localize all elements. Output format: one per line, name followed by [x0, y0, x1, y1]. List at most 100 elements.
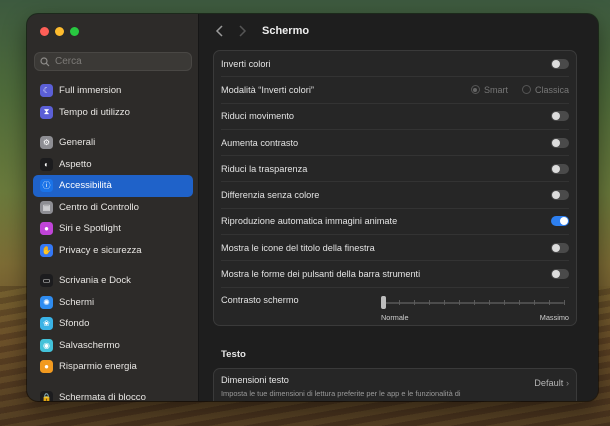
toggle-switch[interactable] — [551, 216, 569, 227]
toggle-knob — [552, 191, 560, 200]
sidebar-item[interactable]: ▭ Scrivania e Dock — [33, 270, 193, 292]
sidebar-item-label: Risparmio energia — [59, 361, 137, 373]
setting-row: Riduci movimento — [221, 104, 569, 130]
text-size-title: Dimensioni testo — [221, 375, 289, 385]
radio-option[interactable]: Classica — [521, 84, 569, 95]
toggle-knob — [552, 112, 560, 121]
sun-icon: ✺ — [40, 295, 53, 309]
setting-label: Riduci movimento — [221, 111, 295, 122]
radio-option[interactable]: Smart — [470, 85, 508, 95]
radio-button-icon — [470, 85, 480, 95]
setting-row: Inverti colori — [221, 51, 569, 78]
main-pane: Schermo Mostra le forme dei pulsanti del… — [199, 14, 598, 401]
search-field[interactable] — [34, 52, 192, 71]
control-center-icon: ▤ — [40, 200, 53, 214]
toggle-switch[interactable] — [551, 269, 569, 280]
sidebar-item-label: Sfondo — [59, 318, 90, 330]
sidebar-item[interactable]: ⚙ Generali — [33, 132, 193, 154]
toggle-switch[interactable] — [551, 137, 569, 148]
slider-tick — [429, 300, 430, 305]
text-size-value[interactable]: Default › — [534, 378, 569, 388]
moon-icon: ☾ — [40, 84, 53, 98]
slider-tick — [549, 300, 550, 305]
dock-icon: ▭ — [40, 274, 53, 288]
slider-min-label: Normale — [381, 313, 409, 322]
sidebar-item-label: Tempo di utilizzo — [59, 106, 130, 118]
sidebar-item[interactable]: ▤ Centro di Controllo — [33, 197, 193, 219]
toggle-switch[interactable] — [551, 111, 569, 122]
slider-thumb[interactable] — [381, 296, 386, 309]
sidebar-item[interactable]: ☾ Full immersion — [33, 80, 193, 102]
slider-tick — [444, 300, 445, 305]
back-chevron-icon[interactable] — [213, 24, 227, 38]
toggle-switch[interactable] — [551, 58, 569, 69]
sidebar-item-label: Salvaschermo — [59, 339, 120, 351]
sidebar-item[interactable]: ✋ Privacy e sicurezza — [33, 240, 193, 262]
sidebar-item[interactable]: ◉ Salvaschermo — [33, 335, 193, 357]
slider-tick — [504, 300, 505, 305]
text-size-row[interactable]: Dimensioni testo Imposta le tue dimensio… — [213, 368, 577, 401]
screensaver-icon: ◉ — [40, 338, 53, 352]
sidebar-item-label: Centro di Controllo — [59, 201, 139, 213]
page-title: Schermo — [262, 25, 310, 37]
toggle-switch[interactable] — [551, 242, 569, 253]
radio-label: Classica — [534, 84, 569, 95]
sidebar-item-label: Aspetto — [59, 158, 92, 170]
zoom-window-button[interactable] — [70, 27, 79, 36]
sidebar-item[interactable]: ⧗ Tempo di utilizzo — [33, 102, 193, 124]
toggle-knob — [552, 270, 560, 279]
slider-tick — [519, 300, 520, 305]
text-size-value-label: Default — [534, 378, 564, 388]
sidebar-item[interactable]: 🔒 Schermata di blocco — [33, 387, 193, 401]
toggle-switch[interactable] — [551, 190, 569, 201]
sidebar-item-label: Generali — [59, 137, 96, 149]
sidebar-item[interactable]: ● Siri e Spotlight — [33, 218, 193, 240]
sidebar-item[interactable]: ● Risparmio energia — [33, 356, 193, 378]
setting-row: Mostra le icone del titolo della finestr… — [221, 235, 569, 262]
display-settings-card: Mostra le forme dei pulsanti della barra… — [213, 50, 577, 326]
setting-row: Modalità “Inverti colori” Smart Classica — [221, 77, 569, 104]
chevron-right-icon: › — [565, 378, 569, 388]
sidebar-item[interactable]: ✺ Schermi — [33, 292, 193, 314]
wallpaper-icon: ❀ — [40, 317, 53, 331]
sidebar-item-label: Schermata di blocco — [59, 391, 146, 401]
appearance-icon: ◐ — [40, 157, 53, 171]
setting-label: Inverti colori — [221, 58, 271, 69]
sidebar-item[interactable]: ⓘ Accessibilità — [33, 175, 193, 197]
sidebar-item-label: Accessibilità — [59, 180, 112, 192]
toggle-knob — [560, 217, 568, 226]
setting-label: Riproduzione automatica immagini animate — [221, 216, 398, 227]
setting-label: Mostra le icone del titolo della finestr… — [221, 242, 375, 253]
slider-tick — [414, 300, 415, 305]
sidebar-separator — [33, 261, 193, 270]
search-input[interactable] — [55, 56, 175, 67]
sidebar-item[interactable]: ◐ Aspetto — [33, 154, 193, 176]
toggle-knob — [552, 138, 560, 147]
slider-tick — [564, 300, 565, 305]
toggle-switch[interactable] — [551, 163, 569, 174]
setting-label: Aumenta contrasto — [221, 137, 299, 148]
gear-icon: ⚙ — [40, 136, 53, 150]
sidebar: ☾ Full immersion ⧗ Tempo di utilizzo ⚙ Genera… — [27, 14, 199, 401]
setting-label: Riduci la trasparenza — [221, 163, 308, 174]
sidebar-item-label: Privacy e sicurezza — [59, 244, 142, 256]
close-window-button[interactable] — [40, 27, 49, 36]
slider-tick — [399, 300, 400, 305]
contrast-label: Contrasto schermo — [221, 295, 299, 305]
setting-row: Differenzia senza colore — [221, 183, 569, 209]
setting-row: Mostra le forme dei pulsanti della barra… — [221, 261, 569, 288]
slider-tick — [474, 300, 475, 305]
sidebar-item[interactable]: ❀ Sfondo — [33, 313, 193, 335]
slider-tick — [489, 300, 490, 305]
setting-row: Aumenta contrasto — [221, 130, 569, 157]
forward-chevron-icon[interactable] — [235, 24, 249, 38]
minimize-window-button[interactable] — [55, 27, 64, 36]
contrast-slider[interactable] — [381, 296, 565, 309]
setting-label: Modalità “Inverti colori” — [221, 84, 314, 95]
sidebar-nav: ☾ Full immersion ⧗ Tempo di utilizzo ⚙ Genera… — [33, 80, 193, 401]
sidebar-item-label: Siri e Spotlight — [59, 223, 121, 235]
radio-group: Smart Classica — [457, 85, 569, 95]
setting-row: Riproduzione automatica immagini animate — [221, 209, 569, 236]
setting-row: Riduci la trasparenza — [221, 156, 569, 183]
sidebar-separator — [33, 123, 193, 132]
